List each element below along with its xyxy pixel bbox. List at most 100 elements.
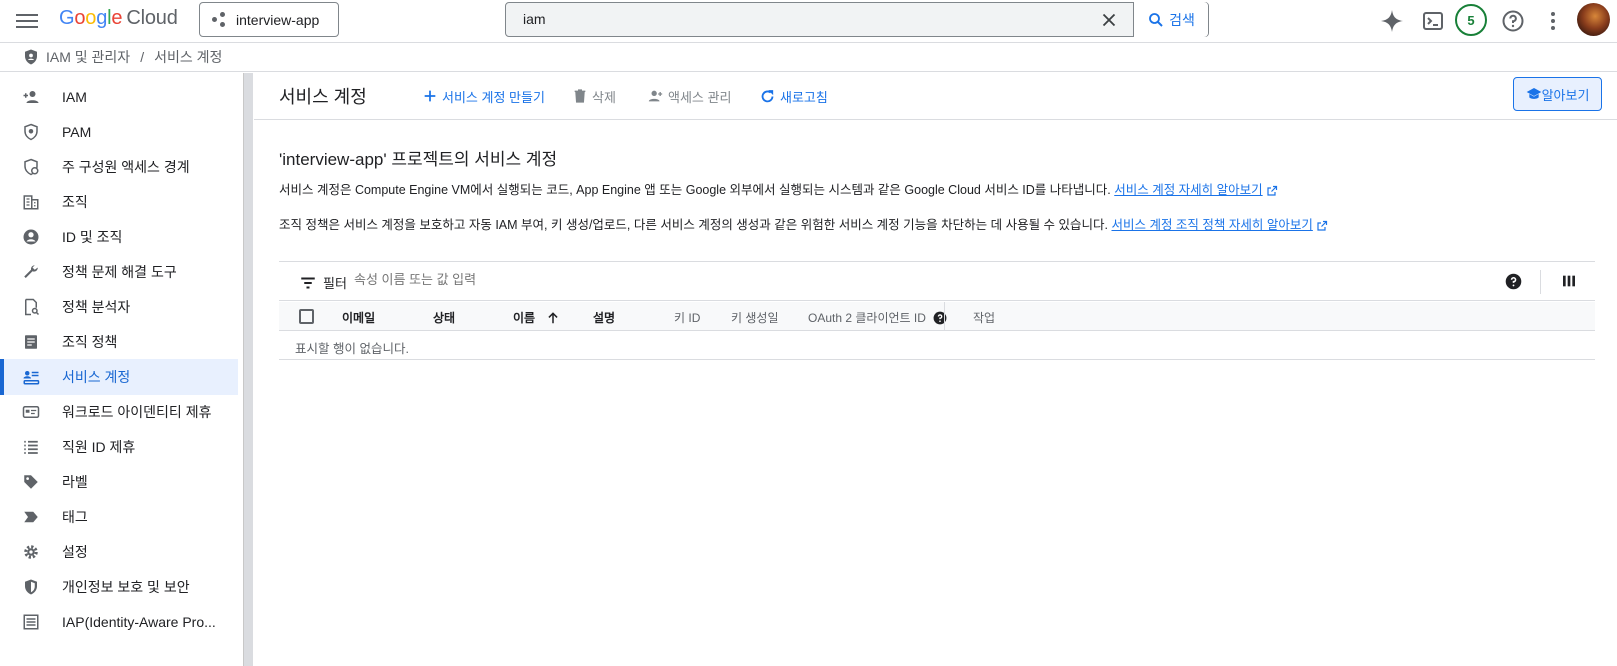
sidebar-item-settings[interactable]: 설정 [0, 534, 238, 570]
sidebar: IAM PAM 주 구성원 액세스 경계 조직 ID 및 조직 정책 문제 해결… [0, 73, 238, 666]
sidebar-item-organization[interactable]: 조직 [0, 184, 238, 220]
learn-more-org-policy-link[interactable]: 서비스 계정 조직 정책 자세히 알아보기 [1111, 218, 1312, 232]
search-icon [1149, 12, 1163, 27]
breadcrumb-iam-admin[interactable]: IAM 및 관리자 [46, 47, 130, 67]
select-all-checkbox[interactable] [299, 309, 314, 324]
sidebar-item-tags[interactable]: 태그 [0, 499, 238, 535]
create-service-account-button[interactable]: 서비스 계정 만들기 [422, 85, 545, 107]
sidebar-item-iam[interactable]: IAM [0, 79, 238, 115]
column-key-created[interactable]: 키 생성일 [731, 309, 779, 326]
breadcrumb-separator: / [140, 49, 145, 65]
sidebar-item-workforce-identity[interactable]: 직원 ID 제휴 [0, 429, 238, 465]
logo-google-text: Google [59, 7, 123, 29]
sidebar-item-label: 워크로드 아이덴티티 제휴 [62, 404, 212, 420]
sidebar-item-org-policy[interactable]: 조직 정책 [0, 324, 238, 360]
sidebar-item-label: 정책 분석자 [62, 299, 131, 315]
gear-icon [24, 545, 38, 559]
filter-bar: 필터 [279, 261, 1595, 301]
page-title: 서비스 계정 [279, 87, 367, 107]
table-header: 이메일 상태 이름 설명 키 ID 키 생성일 OAuth 2 클라이언트 ID… [279, 302, 1595, 331]
school-icon [1526, 88, 1541, 99]
building-icon [23, 195, 39, 210]
sidebar-item-policy-analyzer[interactable]: 정책 분석자 [0, 289, 238, 325]
learn-label: 알아보기 [1541, 87, 1590, 103]
policy-analyzer-icon [25, 298, 40, 316]
help-icon[interactable] [933, 311, 947, 325]
sidebar-item-principal-access-boundary[interactable]: 주 구성원 액세스 경계 [0, 149, 238, 185]
sidebar-item-policy-troubleshooter[interactable]: 정책 문제 해결 도구 [0, 254, 238, 290]
delete-button[interactable]: 삭제 [572, 85, 616, 107]
top-bar: GoogleCloud interview-app 검색 5 [0, 0, 1617, 43]
filter-button[interactable]: 필터 [299, 273, 347, 292]
tag-icon [24, 511, 38, 523]
more-vert-icon[interactable] [1541, 9, 1565, 33]
sidebar-item-workload-identity[interactable]: 워크로드 아이덴티티 제휴 [0, 394, 238, 430]
description-text: 조직 정책은 서비스 계정을 보호하고 자동 IAM 부여, 키 생성/업로드,… [279, 218, 1108, 232]
filter-input[interactable] [354, 272, 754, 287]
id-card-icon [22, 406, 40, 418]
empty-message: 표시할 행이 없습니다. [295, 342, 409, 356]
learn-more-service-accounts-link[interactable]: 서비스 계정 자세히 알아보기 [1114, 183, 1262, 197]
external-link-icon [1317, 220, 1327, 231]
column-oauth-client-id[interactable]: OAuth 2 클라이언트 ID [808, 309, 947, 326]
filter-icon [301, 277, 315, 288]
delete-label: 삭제 [592, 89, 616, 105]
project-picker[interactable]: interview-app [199, 2, 339, 37]
person-add-icon [648, 90, 663, 102]
avatar[interactable] [1577, 3, 1610, 36]
sidebar-item-label: 조직 [62, 194, 88, 210]
main-content: 서비스 계정 서비스 계정 만들기 삭제 액세스 관리 새로고침 알아보기 'i… [254, 73, 1617, 666]
sidebar-item-label: 직원 ID 제휴 [62, 439, 136, 455]
column-description[interactable]: 설명 [593, 309, 615, 326]
search-button-label: 검색 [1169, 11, 1195, 28]
sidebar-item-label: PAM [62, 124, 92, 140]
sidebar-item-label: ID 및 조직 [62, 229, 123, 245]
action-bar: 서비스 계정 서비스 계정 만들기 삭제 액세스 관리 새로고침 알아보기 [254, 73, 1617, 120]
security-shield-icon [25, 579, 37, 595]
search-button[interactable]: 검색 [1133, 2, 1208, 37]
column-key-id[interactable]: 키 ID [674, 309, 700, 326]
sidebar-item-label: 주 구성원 액세스 경계 [62, 159, 190, 175]
column-status[interactable]: 상태 [433, 309, 455, 326]
help-icon[interactable] [1505, 273, 1522, 290]
gemini-sparkle-icon[interactable] [1380, 9, 1404, 33]
column-display-icon[interactable] [1561, 273, 1577, 289]
notifications-badge[interactable]: 5 [1455, 4, 1487, 36]
sidebar-item-labels[interactable]: 라벨 [0, 464, 238, 500]
column-email[interactable]: 이메일 [342, 309, 375, 326]
sidebar-item-label: 개인정보 보호 및 보안 [62, 579, 190, 595]
help-icon[interactable] [1501, 9, 1525, 33]
list-icon [24, 440, 38, 454]
divider [1540, 270, 1541, 294]
sidebar-item-privacy-security[interactable]: 개인정보 보호 및 보안 [0, 569, 238, 605]
create-service-account-label: 서비스 계정 만들기 [442, 89, 545, 105]
main-menu-icon[interactable] [16, 10, 38, 32]
sidebar-item-pam[interactable]: PAM [0, 114, 238, 150]
column-divider [944, 302, 945, 331]
arrow-up-icon [548, 312, 559, 324]
external-link-icon [1267, 185, 1277, 196]
table-empty-row: 표시할 행이 없습니다. [279, 331, 1595, 360]
trash-icon [574, 89, 586, 103]
close-icon[interactable] [1098, 9, 1120, 31]
column-name[interactable]: 이름 [513, 309, 560, 326]
cloud-shell-icon[interactable] [1421, 9, 1445, 33]
sidebar-scrollbar[interactable] [243, 73, 253, 666]
learn-button[interactable]: 알아보기 [1513, 77, 1602, 111]
manage-access-button[interactable]: 액세스 관리 [647, 85, 731, 107]
person-add-icon [23, 91, 39, 103]
account-circle-icon [23, 229, 39, 245]
description-org-policy: 조직 정책은 서비스 계정을 보호하고 자동 IAM 부여, 키 생성/업로드,… [279, 214, 1328, 233]
column-name-label: 이름 [513, 311, 536, 325]
sidebar-item-iap[interactable]: IAP(Identity-Aware Pro... [0, 604, 238, 640]
refresh-button[interactable]: 새로고침 [759, 85, 828, 107]
breadcrumb: IAM 및 관리자 / 서비스 계정 [0, 43, 1617, 72]
column-actions: 작업 [973, 311, 996, 325]
sidebar-item-label: IAM [62, 89, 87, 105]
google-cloud-logo[interactable]: Google Cloud [59, 7, 178, 30]
sidebar-item-identity-org[interactable]: ID 및 조직 [0, 219, 238, 255]
sidebar-item-service-accounts[interactable]: 서비스 계정 [0, 359, 238, 395]
project-name: interview-app [236, 11, 320, 28]
filter-label: 필터 [323, 276, 347, 291]
search-input[interactable] [523, 11, 1043, 27]
